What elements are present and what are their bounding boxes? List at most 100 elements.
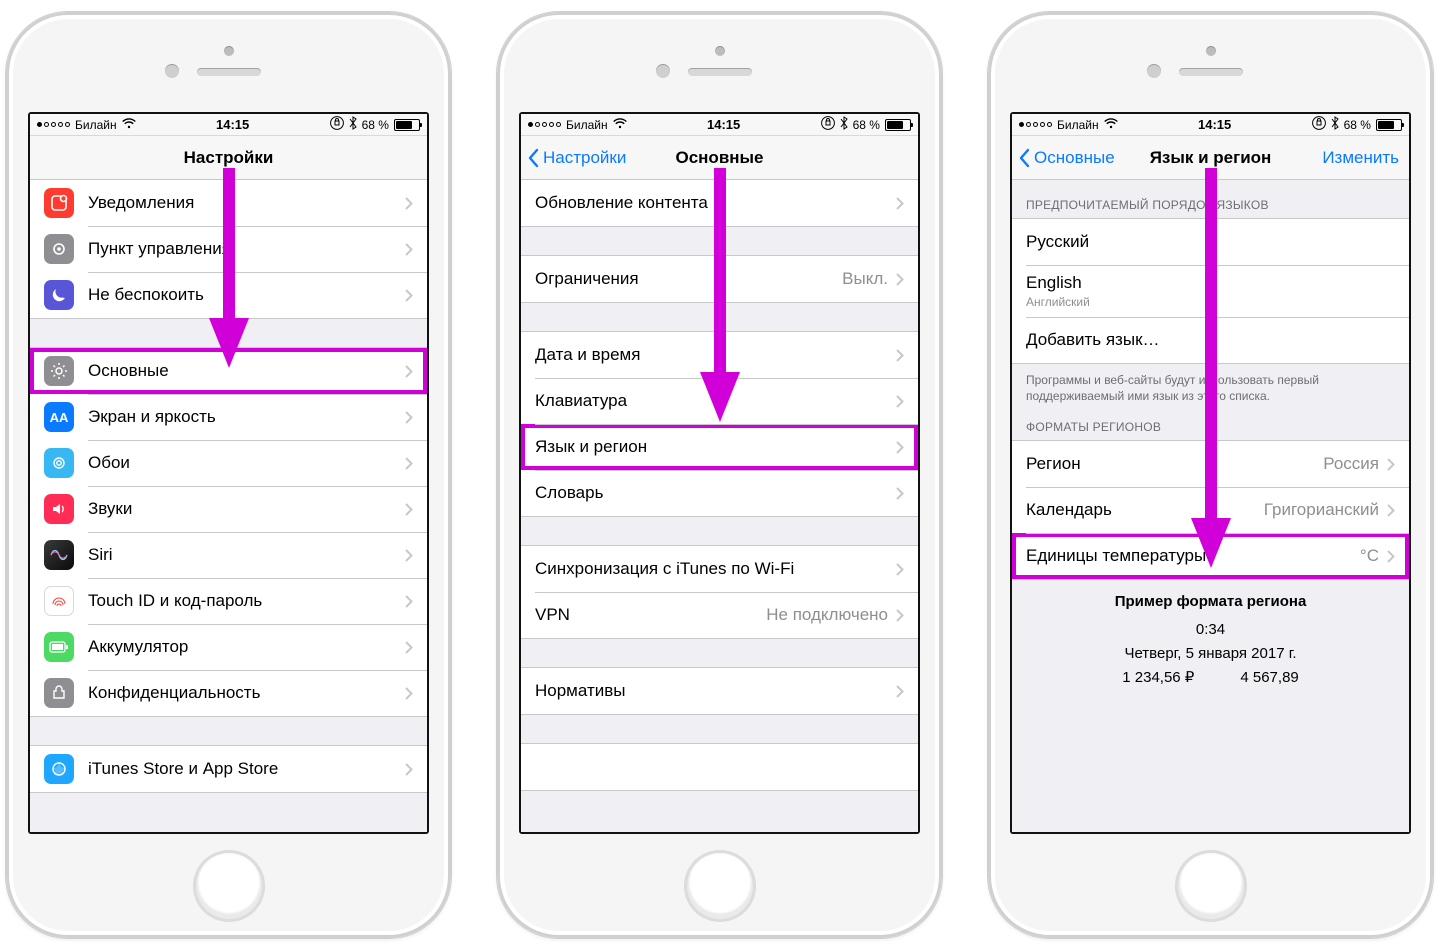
nav-bar: Настройки (30, 136, 427, 180)
row-control-center[interactable]: Пункт управления (30, 226, 427, 272)
battery-text: 68 % (853, 118, 880, 132)
row-value: Выкл. (842, 269, 888, 289)
chevron-right-icon (405, 763, 413, 776)
row-label: Русский (1026, 232, 1395, 252)
chevron-right-icon (405, 503, 413, 516)
row-itunes-wifi[interactable]: Синхронизация с iTunes по Wi-Fi (521, 546, 918, 592)
row-battery[interactable]: Аккумулятор (30, 624, 427, 670)
itunes-icon (44, 754, 74, 784)
signal-dots-icon (528, 122, 561, 127)
battery-icon (44, 632, 74, 662)
phone-top-hardware (988, 34, 1433, 84)
section-formats-title: ФОРМАТЫ РЕГИОНОВ (1012, 412, 1409, 440)
siri-icon (44, 540, 74, 570)
row-label: VPN (535, 605, 766, 625)
carrier-label: Билайн (75, 118, 117, 132)
speaker-grille (1179, 68, 1243, 76)
row-wallpaper[interactable]: Обои (30, 440, 427, 486)
row-sounds[interactable]: Звуки (30, 486, 427, 532)
row-temperature-units[interactable]: Единицы температуры °C (1012, 533, 1409, 579)
home-button[interactable] (193, 850, 265, 922)
row-sublabel: Английский (1026, 295, 1395, 309)
screen: Билайн 14:15 68 % (28, 112, 429, 834)
carrier-label: Билайн (566, 118, 608, 132)
row-privacy[interactable]: Конфиденциальность (30, 670, 427, 716)
row-calendar[interactable]: Календарь Григорианский (1012, 487, 1409, 533)
settings-list[interactable]: Уведомления Пункт управления (30, 180, 427, 832)
camera-dot (224, 46, 234, 56)
sounds-icon (44, 494, 74, 524)
row-date-time[interactable]: Дата и время (521, 332, 918, 378)
row-regulatory[interactable]: Нормативы (521, 668, 918, 714)
row-language-english[interactable]: English Английский (1012, 265, 1409, 317)
nav-bar: Настройки Основные (521, 136, 918, 180)
row-value: Григорианский (1264, 500, 1379, 520)
row-language-region[interactable]: Язык и регион (521, 424, 918, 470)
phone-1: Билайн 14:15 68 % (6, 12, 451, 938)
row-itunes[interactable]: iTunes Store и App Store (30, 746, 427, 792)
general-list[interactable]: Обновление контента Ограничения Выкл. (521, 180, 918, 832)
region-format-example: Пример формата региона 0:34 Четверг, 5 я… (1012, 580, 1409, 690)
chevron-left-icon (1018, 148, 1030, 168)
row-cutoff[interactable] (521, 744, 918, 790)
chevron-right-icon (896, 395, 904, 408)
battery-text: 68 % (362, 118, 389, 132)
phone-2: Билайн 14:15 68 % (497, 12, 942, 938)
row-label: Экран и яркость (88, 407, 405, 427)
chevron-left-icon (527, 148, 539, 168)
row-language-russian[interactable]: Русский (1012, 219, 1409, 265)
proximity-sensor (165, 64, 179, 78)
chevron-right-icon (405, 243, 413, 256)
row-notifications[interactable]: Уведомления (30, 180, 427, 226)
row-label: Клавиатура (535, 391, 896, 411)
row-value: Не подключено (766, 605, 888, 625)
bluetooth-icon (1331, 116, 1339, 133)
notifications-icon (44, 188, 74, 218)
chevron-right-icon (405, 687, 413, 700)
nav-edit-button[interactable]: Изменить (1322, 136, 1399, 179)
chevron-right-icon (405, 641, 413, 654)
row-siri[interactable]: Siri (30, 532, 427, 578)
status-bar: Билайн 14:15 68 % (1012, 114, 1409, 136)
row-general[interactable]: Основные (30, 348, 427, 394)
control-center-icon (44, 234, 74, 264)
row-restrictions[interactable]: Ограничения Выкл. (521, 256, 918, 302)
wallpaper-icon (44, 448, 74, 478)
row-label: Добавить язык… (1026, 330, 1395, 350)
row-label: Ограничения (535, 269, 842, 289)
nav-title: Основные (675, 148, 763, 168)
row-dictionary[interactable]: Словарь (521, 470, 918, 516)
example-title: Пример формата региона (1026, 590, 1395, 614)
row-label: Звуки (88, 499, 405, 519)
row-dnd[interactable]: Не беспокоить (30, 272, 427, 318)
row-region[interactable]: Регион Россия (1012, 441, 1409, 487)
orientation-lock-icon (330, 116, 344, 133)
chevron-right-icon (1387, 458, 1395, 471)
row-label: Единицы температуры (1026, 546, 1360, 566)
wifi-icon (1104, 118, 1118, 132)
home-button[interactable] (1175, 850, 1247, 922)
row-display[interactable]: AA Экран и яркость (30, 394, 427, 440)
signal-dots-icon (37, 122, 70, 127)
row-keyboard[interactable]: Клавиатура (521, 378, 918, 424)
chevron-right-icon (405, 595, 413, 608)
home-button[interactable] (684, 850, 756, 922)
row-label: Не беспокоить (88, 285, 405, 305)
battery-icon (1376, 119, 1402, 131)
nav-back-button[interactable]: Основные (1018, 136, 1115, 179)
row-content-update[interactable]: Обновление контента (521, 180, 918, 226)
row-label: English (1026, 273, 1395, 293)
row-vpn[interactable]: VPN Не подключено (521, 592, 918, 638)
row-label: Siri (88, 545, 405, 565)
row-label: iTunes Store и App Store (88, 759, 405, 779)
section-preferred-title: ПРЕДПОЧИТАЕМЫЙ ПОРЯДОК ЯЗЫКОВ (1012, 180, 1409, 218)
row-add-language[interactable]: Добавить язык… (1012, 317, 1409, 363)
language-region-list[interactable]: ПРЕДПОЧИТАЕМЫЙ ПОРЯДОК ЯЗЫКОВ Русский En… (1012, 180, 1409, 832)
proximity-sensor (656, 64, 670, 78)
nav-back-button[interactable]: Настройки (527, 136, 626, 179)
speaker-grille (688, 68, 752, 76)
row-touchid[interactable]: Touch ID и код-пароль (30, 578, 427, 624)
general-icon (44, 356, 74, 386)
row-label: Обновление контента (535, 193, 896, 213)
example-number-1: 1 234,56 ₽ (1122, 666, 1194, 690)
